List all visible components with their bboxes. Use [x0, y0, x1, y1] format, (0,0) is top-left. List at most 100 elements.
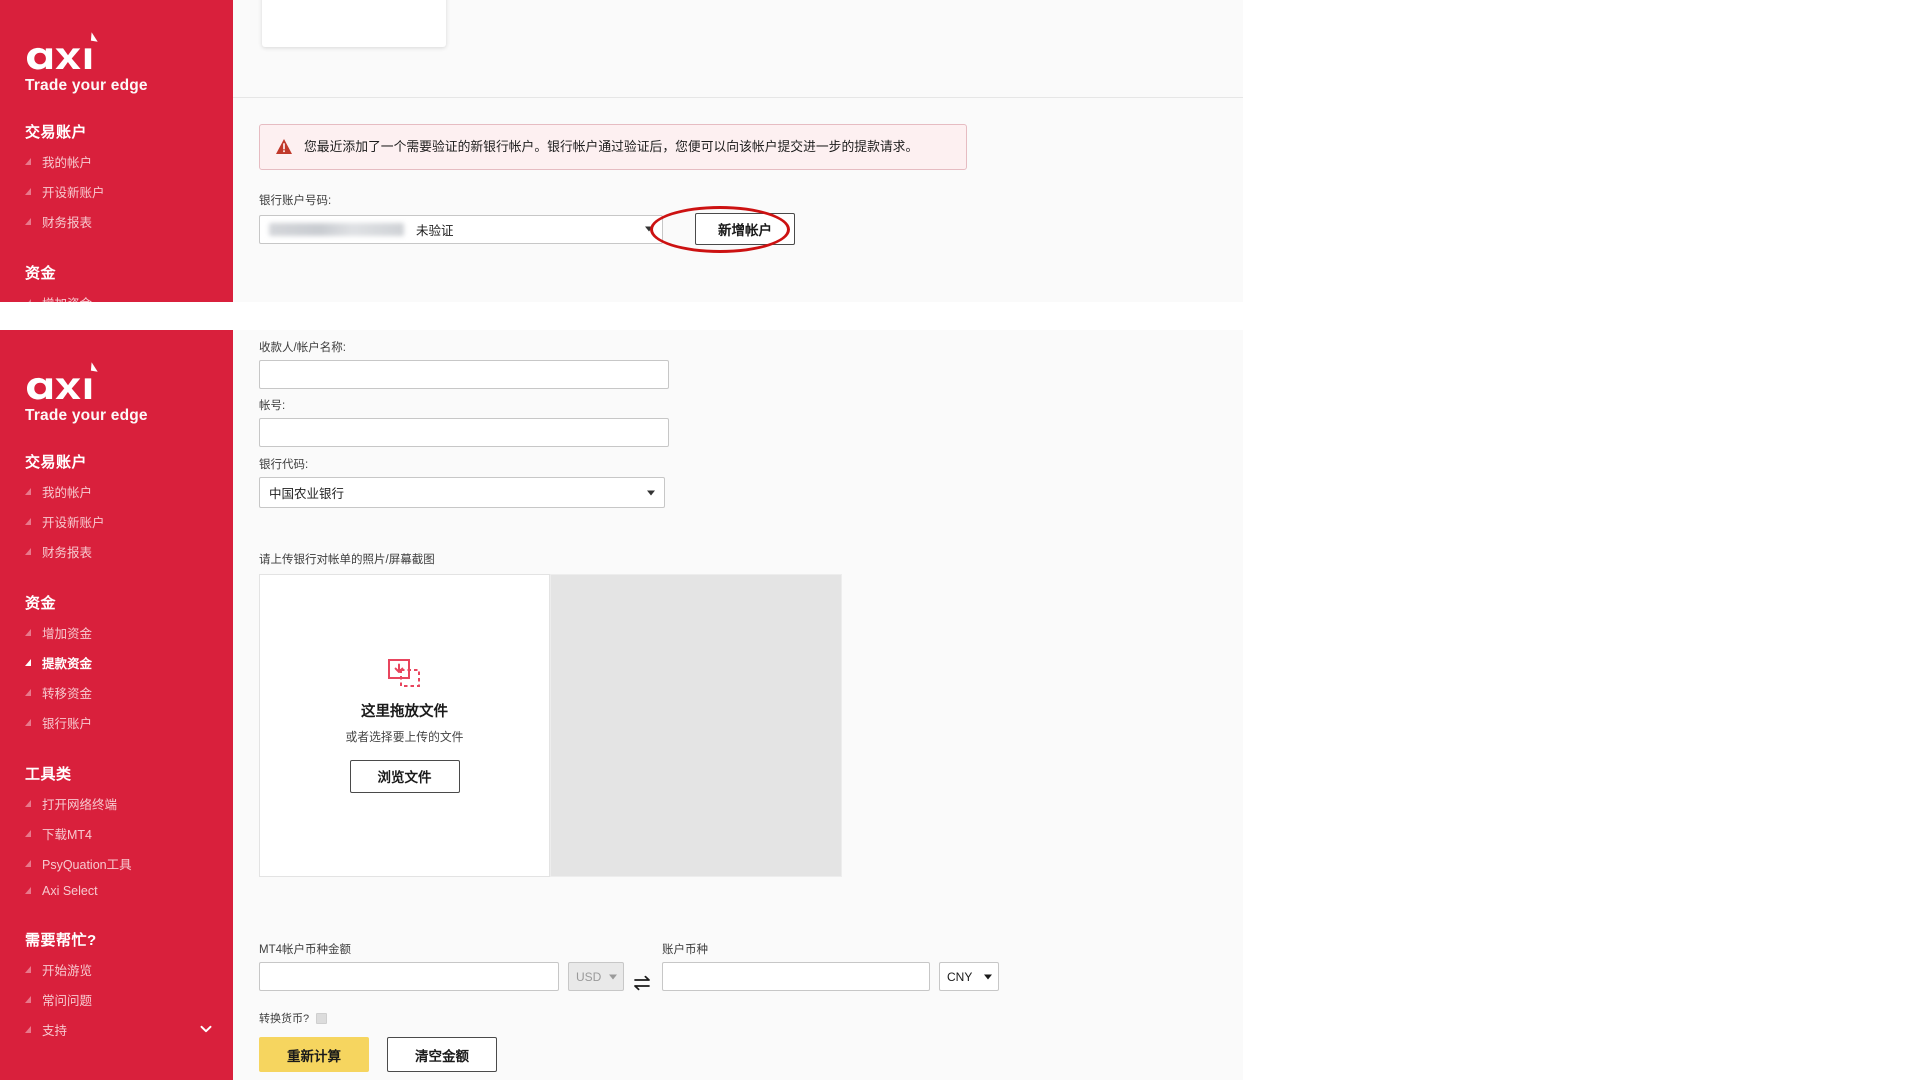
bank-account-select[interactable]: 未验证: [259, 215, 663, 244]
payee-name-input[interactable]: [259, 360, 669, 389]
sidebar-item-download-mt4[interactable]: 下载MT4: [0, 818, 233, 848]
nav-heading: 资金: [0, 262, 233, 287]
triangle-bullet-icon: [25, 187, 34, 196]
axi-logo-icon: [25, 360, 117, 400]
upload-label: 请上传银行对帐单的照片/屏幕截图: [259, 551, 842, 567]
sidebar-item-withdraw-funds[interactable]: 提款资金: [0, 647, 233, 677]
account-number-input[interactable]: [259, 418, 669, 447]
mt4-currency-select[interactable]: USD: [568, 962, 624, 991]
sidebar-item-open-web-terminal[interactable]: 打开网络终端: [0, 788, 233, 818]
payee-name-label: 收款人/帐户名称:: [259, 339, 669, 355]
nav-group-help: 需要帮忙? 开始游览 常问问题 支持: [0, 929, 233, 1044]
pane-separator: [0, 302, 1920, 330]
verification-alert: 您最近添加了一个需要验证的新银行帐户。银行帐户通过验证后，您便可以向该帐户提交进…: [259, 124, 967, 170]
sidebar-item-label: PsyQuation工具: [42, 854, 132, 873]
account-number-label: 帐号:: [259, 397, 669, 413]
file-drop-icon: [388, 659, 422, 689]
sidebar-item-label: 我的帐户: [42, 482, 92, 501]
brand-tagline: Trade your edge: [25, 77, 233, 95]
triangle-bullet-icon: [25, 688, 34, 697]
brand-logo[interactable]: Trade your edge: [0, 330, 233, 425]
sidebar-item-faq[interactable]: 常问问题: [0, 984, 233, 1014]
chevron-down-icon: [647, 490, 655, 495]
masked-account-number: [269, 223, 404, 236]
alert-message: 您最近添加了一个需要验证的新银行帐户。银行帐户通过验证后，您便可以向该帐户提交进…: [304, 138, 918, 156]
chevron-down-icon: [645, 227, 653, 232]
sidebar-item-label: 打开网络终端: [42, 794, 117, 813]
account-amount-input[interactable]: [662, 962, 930, 991]
content-area-top: 您最近添加了一个需要验证的新银行帐户。银行帐户通过验证后，您便可以向该帐户提交进…: [233, 0, 1243, 302]
triangle-bullet-icon: [25, 995, 34, 1004]
dropzone-subtitle: 或者选择要上传的文件: [346, 728, 464, 745]
triangle-bullet-icon: [25, 547, 34, 556]
sidebar-item-add-funds[interactable]: 增加资金: [0, 617, 233, 647]
triangle-bullet-icon: [25, 157, 34, 166]
sidebar-top: Trade your edge 交易账户 我的帐户 开设新账户 财务报表: [0, 0, 233, 302]
triangle-bullet-icon: [25, 217, 34, 226]
sidebar-item-label: 下载MT4: [42, 824, 92, 843]
dropzone-title: 这里拖放文件: [361, 700, 448, 721]
mt4-currency-value: USD: [576, 970, 601, 984]
sidebar-item-start-tour[interactable]: 开始游览: [0, 954, 233, 984]
sidebar-item-label: 开始游览: [42, 960, 92, 979]
nav-group-funds: 资金 增加资金 提款资金 转移资金 银行账户: [0, 592, 233, 737]
browse-files-button[interactable]: 浏览文件: [350, 760, 460, 793]
nav-group-trading-accounts: 交易账户 我的帐户 开设新账户 财务报表: [0, 451, 233, 566]
bank-account-label: 银行账户号码:: [259, 192, 795, 208]
sidebar-item-label: Axi Select: [42, 884, 98, 898]
triangle-bullet-icon: [25, 658, 34, 667]
sidebar-item-financial-reports[interactable]: 财务报表: [0, 206, 233, 236]
chevron-down-icon[interactable]: [199, 1022, 213, 1036]
axi-logo-icon: [25, 30, 117, 70]
sidebar-bottom: Trade your edge 交易账户 我的帐户 开设新账户: [0, 330, 233, 1080]
sidebar-item-label: 开设新账户: [42, 512, 105, 531]
recalculate-button[interactable]: 重新计算: [259, 1037, 369, 1072]
mt4-amount-input[interactable]: [259, 962, 559, 991]
add-account-button[interactable]: 新增帐户: [695, 213, 795, 245]
chevron-down-icon: [984, 974, 992, 979]
sidebar-item-label: 增加资金: [42, 623, 92, 642]
sidebar-item-add-funds[interactable]: 增加资金: [0, 287, 233, 302]
sidebar-item-open-new-account[interactable]: 开设新账户: [0, 176, 233, 206]
brand-logo[interactable]: Trade your edge: [0, 0, 233, 95]
sidebar-item-label: 转移资金: [42, 683, 92, 702]
sidebar-item-financial-reports[interactable]: 财务报表: [0, 536, 233, 566]
swap-arrows-icon[interactable]: [633, 975, 653, 991]
triangle-bullet-icon: [25, 517, 34, 526]
triangle-bullet-icon: [25, 859, 34, 868]
nav-heading: 资金: [0, 592, 233, 617]
convert-currency-checkbox[interactable]: [316, 1013, 327, 1024]
clear-amount-button[interactable]: 清空金额: [387, 1037, 497, 1072]
triangle-bullet-icon: [25, 718, 34, 727]
section-divider: [233, 97, 1243, 98]
triangle-bullet-icon: [25, 799, 34, 808]
sidebar-item-label: 财务报表: [42, 542, 92, 561]
sidebar-item-my-accounts[interactable]: 我的帐户: [0, 476, 233, 506]
file-dropzone[interactable]: 这里拖放文件 或者选择要上传的文件 浏览文件: [259, 574, 550, 877]
triangle-bullet-icon: [25, 886, 34, 895]
account-currency-label: 账户币种: [662, 941, 930, 957]
sidebar-item-psyquation-tools[interactable]: PsyQuation工具: [0, 848, 233, 878]
sidebar-item-open-new-account[interactable]: 开设新账户: [0, 506, 233, 536]
convert-currency-label: 转换货币?: [259, 1010, 309, 1026]
account-currency-select[interactable]: CNY: [939, 962, 999, 991]
sidebar-item-label: 常问问题: [42, 990, 92, 1009]
sidebar-item-label: 开设新账户: [42, 182, 105, 201]
bank-code-select[interactable]: 中国农业银行: [259, 477, 665, 508]
triangle-bullet-icon: [25, 1025, 34, 1034]
brand-tagline: Trade your edge: [25, 407, 233, 425]
triangle-bullet-icon: [25, 965, 34, 974]
nav-heading: 交易账户: [0, 451, 233, 476]
sidebar-item-support[interactable]: 支持: [0, 1014, 233, 1044]
sidebar-item-transfer-funds[interactable]: 转移资金: [0, 677, 233, 707]
sidebar-item-my-accounts[interactable]: 我的帐户: [0, 146, 233, 176]
sidebar-item-label: 财务报表: [42, 212, 92, 231]
mt4-amount-label: MT4帐户币种金额: [259, 941, 559, 957]
nav-heading: 需要帮忙?: [0, 929, 233, 954]
content-area-bottom: 收款人/帐户名称: 帐号: 银行代码: 中国农业银行: [233, 330, 1243, 1080]
sidebar-item-axi-select[interactable]: Axi Select: [0, 878, 233, 903]
viewport-capture-bottom: Trade your edge 交易账户 我的帐户 开设新账户: [0, 330, 1920, 1080]
image-preview-placeholder: [550, 574, 842, 877]
sidebar-item-label: 增加资金: [42, 293, 92, 303]
sidebar-item-bank-accounts[interactable]: 银行账户: [0, 707, 233, 737]
